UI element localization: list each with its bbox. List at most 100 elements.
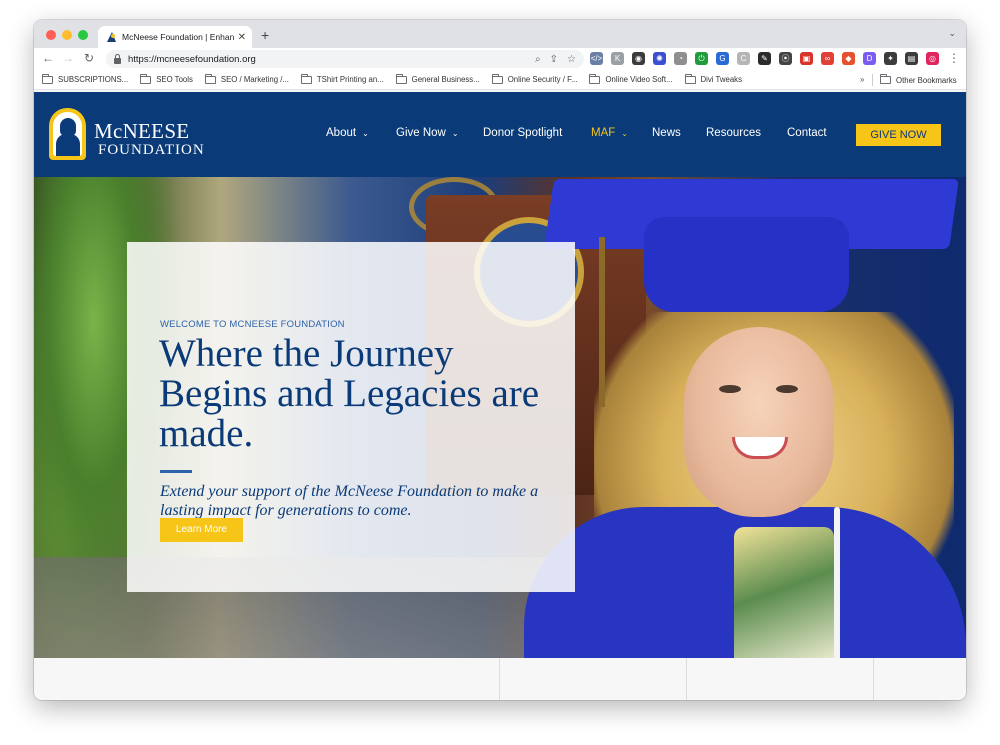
ext-pen-icon[interactable]: ✎ [758, 52, 771, 65]
new-tab-button[interactable]: + [261, 27, 269, 43]
graduate-smile [732, 437, 788, 459]
bookmark-folder[interactable]: Divi Tweaks [684, 73, 742, 84]
logo-body-shape [56, 134, 80, 156]
nav-item-contact[interactable]: Contact [787, 127, 827, 139]
address-bar[interactable]: https://mcneesefoundation.org ⌕ ⇪ ☆ [106, 50, 584, 68]
bookmark-label: SUBSCRIPTIONS... [58, 75, 129, 84]
learn-more-button[interactable]: Learn More [160, 518, 243, 542]
other-bookmarks[interactable]: Other Bookmarks [880, 70, 957, 90]
nav-item-label: Resources [706, 127, 761, 139]
ext-pie-icon[interactable]: ◔ [674, 52, 687, 65]
graduation-tassel [599, 237, 605, 407]
lock-icon[interactable] [114, 53, 121, 64]
tab-search-icon[interactable]: ⌄ [948, 28, 956, 39]
nav-item-label: Contact [787, 127, 827, 139]
bookmark-label: SEO Tools [156, 75, 193, 84]
bookmark-label: SEO / Marketing /... [220, 75, 289, 84]
give-now-button[interactable]: GIVE NOW [856, 124, 941, 146]
logo-wordmark[interactable]: McNEESE [94, 119, 189, 144]
ext-code-icon[interactable]: </> [590, 52, 603, 65]
ext-power-icon[interactable]: ⏻ [695, 52, 708, 65]
bookmark-folder[interactable]: TShirt Printing an... [300, 73, 384, 84]
back-button[interactable]: ← [42, 51, 54, 65]
cowboy-logo-icon[interactable] [49, 108, 86, 160]
folder-icon [684, 73, 696, 84]
maximize-window-button[interactable] [78, 30, 88, 40]
ext-lock-icon[interactable]: ▣ [800, 52, 813, 65]
search-icon[interactable]: ⌕ [535, 54, 541, 65]
tab-close-icon[interactable]: ✕ [238, 32, 246, 43]
ext-sidebar-icon[interactable]: ▤ [905, 52, 918, 65]
bookmark-folder[interactable]: Online Video Soft... [589, 73, 673, 84]
bookmarks-divider [872, 74, 873, 86]
forward-button[interactable]: → [62, 51, 74, 65]
graduate-collar [734, 527, 834, 658]
ext-pin-icon[interactable]: ⦿ [779, 52, 792, 65]
folder-icon [300, 73, 312, 84]
bookmark-label: Online Security / F... [507, 75, 578, 84]
minimize-window-button[interactable] [62, 30, 72, 40]
reload-button[interactable]: ↻ [84, 51, 94, 65]
ext-d-icon[interactable]: D [863, 52, 876, 65]
bookmark-star-icon[interactable]: ☆ [567, 54, 576, 65]
bookmark-folder[interactable]: SEO Tools [140, 73, 193, 84]
browser-toolbar: ← → ↻ https://mcneesefoundation.org ⌕ ⇪ … [34, 48, 966, 70]
bookmarks-bar: SUBSCRIPTIONS... SEO Tools SEO / Marketing… [34, 70, 966, 90]
hero-eyebrow: WELCOME TO MCNEESE FOUNDATION [160, 319, 345, 330]
column-divider [686, 658, 687, 700]
folder-icon [204, 73, 216, 84]
hero-subhead: Extend your support of the McNeese Found… [160, 483, 539, 519]
url-text[interactable]: https://mcneesefoundation.org [128, 54, 526, 65]
column-divider [499, 658, 500, 700]
extensions-bar: </> K ◉ ✺ ◔ ⏻ G C ✎ ⦿ ▣ ∞ ◆ D ✦ ▤ ◎ [590, 52, 939, 65]
hero-section: WELCOME TO MCNEESE FOUNDATION Where the … [34, 177, 966, 658]
bookmark-folder[interactable]: SUBSCRIPTIONS... [42, 73, 129, 84]
nav-item-label: Give Now [396, 127, 446, 139]
other-bookmarks-label: Other Bookmarks [896, 75, 957, 85]
browser-menu-icon[interactable]: ⋮ [948, 51, 960, 65]
nav-item-label: News [652, 127, 681, 139]
folder-icon [491, 73, 503, 84]
graduate-left-eye [719, 385, 741, 393]
nav-item-resources[interactable]: Resources [706, 127, 761, 139]
ext-k-icon[interactable]: K [611, 52, 624, 65]
nav-item-news[interactable]: News [652, 127, 681, 139]
ext-gear-icon[interactable]: ✺ [653, 52, 666, 65]
close-window-button[interactable] [46, 30, 56, 40]
bookmark-label: General Business... [411, 75, 480, 84]
ext-puzzle-icon[interactable]: ✦ [884, 52, 897, 65]
ext-link-icon[interactable]: ∞ [821, 52, 834, 65]
site-favicon-icon [106, 32, 116, 42]
nav-item-label: About [326, 127, 357, 139]
nav-item-label: Donor Spotlight [483, 127, 563, 139]
browser-tab[interactable]: McNeese Foundation | Enhanc ✕ [98, 26, 252, 48]
logo-subtitle[interactable]: FOUNDATION [98, 142, 205, 159]
chevron-down-icon: ⌄ [362, 129, 369, 138]
ext-eye-icon[interactable]: ◉ [632, 52, 645, 65]
ext-c-icon[interactable]: C [737, 52, 750, 65]
below-hero-section [34, 658, 966, 700]
bookmarks-overflow-icon[interactable]: » [860, 75, 864, 84]
hero-headline: Where the Journey Begins and Legacies ar… [159, 332, 540, 455]
ext-profile-icon[interactable]: ◎ [926, 52, 939, 65]
hero-text-panel: WELCOME TO MCNEESE FOUNDATION Where the … [127, 242, 575, 592]
tab-title: McNeese Foundation | Enhanc [122, 32, 234, 42]
tab-strip: McNeese Foundation | Enhanc ✕ + ⌄ [34, 20, 966, 48]
bookmark-label: Online Video Soft... [605, 75, 673, 84]
nav-item-give-now[interactable]: Give Now ⌄ [396, 127, 459, 139]
nav-item-about[interactable]: About ⌄ [326, 127, 369, 139]
folder-icon [395, 73, 407, 84]
nav-item-donor-spotlight[interactable]: Donor Spotlight [483, 127, 562, 139]
bookmark-folder[interactable]: SEO / Marketing /... [204, 73, 289, 84]
graduate-honor-cord [834, 507, 840, 658]
share-icon[interactable]: ⇪ [550, 54, 558, 65]
chevron-down-icon: ⌄ [621, 129, 628, 138]
nav-item-maf[interactable]: MAF ⌄ [591, 127, 628, 139]
chevron-down-icon: ⌄ [451, 129, 459, 138]
bookmark-folder[interactable]: Online Security / F... [491, 73, 578, 84]
nav-item-label: MAF [591, 127, 616, 139]
bookmark-folder[interactable]: General Business... [395, 73, 480, 84]
ext-g-icon[interactable]: G [716, 52, 729, 65]
site-header: McNEESE FOUNDATION About ⌄ Give Now ⌄ Donor … [34, 92, 966, 177]
ext-tag-icon[interactable]: ◆ [842, 52, 855, 65]
